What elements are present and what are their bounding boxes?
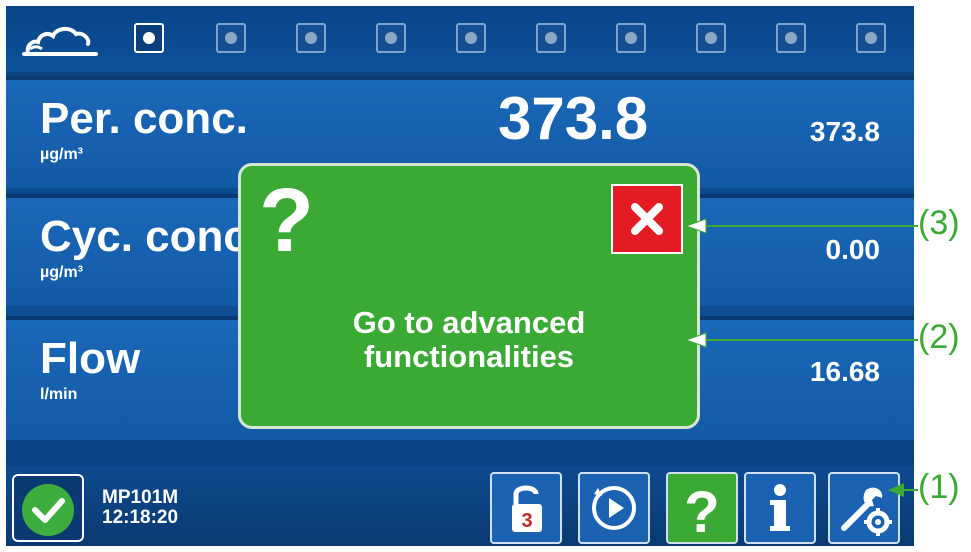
callout-3: (3): [918, 204, 960, 242]
callout-2: (2): [918, 318, 960, 356]
callout-1: (1): [918, 468, 960, 506]
callout-arrows: [684, 218, 918, 497]
